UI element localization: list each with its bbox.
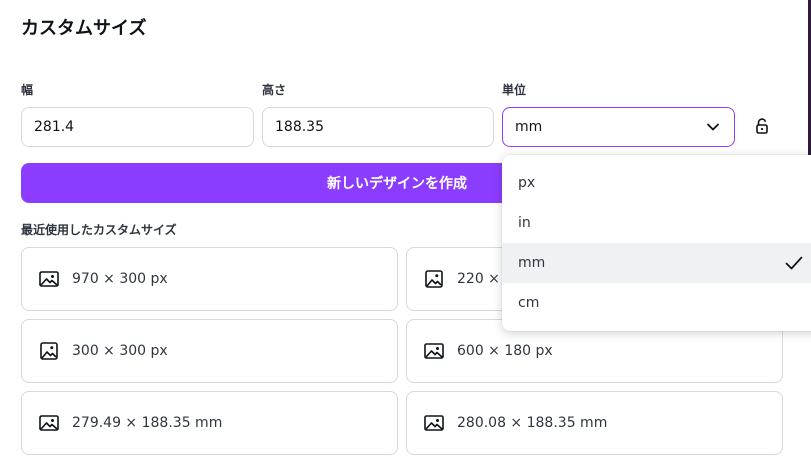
image-landscape-icon (38, 412, 60, 434)
image-square-icon (38, 340, 60, 362)
create-new-design-label: 新しいデザインを作成 (327, 176, 467, 192)
lock-aspect-ratio-button[interactable] (753, 116, 771, 136)
unit-option-px[interactable]: px (502, 163, 811, 203)
image-landscape-icon (423, 340, 445, 362)
unit-option-label: px (518, 175, 536, 191)
image-landscape-icon (38, 268, 60, 290)
recent-size-item[interactable]: 279.49 × 188.35 mm (21, 391, 398, 455)
unit-option-in[interactable]: in (502, 203, 811, 243)
recent-size-item[interactable]: 970 × 300 px (21, 247, 398, 311)
image-square-icon (423, 268, 445, 290)
unit-select[interactable]: mm (502, 107, 735, 147)
unit-option-mm[interactable]: mm (502, 243, 811, 283)
unit-value: mm (515, 119, 543, 135)
checkmark-icon (784, 253, 804, 273)
recent-size-item[interactable]: 280.08 × 188.35 mm (406, 391, 783, 455)
unit-option-label: cm (518, 295, 540, 311)
recent-size-label: 280.08 × 188.35 mm (457, 415, 608, 431)
chevron-down-icon (706, 120, 720, 134)
recent-size-label: 600 × 180 px (457, 343, 553, 359)
recent-size-label: 279.49 × 188.35 mm (72, 415, 223, 431)
unit-dropdown-menu: px in mm cm (502, 155, 811, 331)
recent-size-item[interactable]: 300 × 300 px (21, 319, 398, 383)
width-label: 幅 (21, 83, 34, 97)
dialog-title: カスタムサイズ (21, 18, 147, 39)
width-input[interactable]: 281.4 (21, 107, 254, 147)
recent-size-label: 300 × 300 px (72, 343, 168, 359)
recent-size-label: 970 × 300 px (72, 271, 168, 287)
height-input[interactable]: 188.35 (262, 107, 494, 147)
height-label: 高さ (262, 83, 287, 97)
height-value: 188.35 (275, 119, 324, 135)
unit-option-cm[interactable]: cm (502, 283, 811, 323)
recent-sizes-title: 最近使用したカスタムサイズ (21, 223, 177, 237)
unit-label: 単位 (502, 83, 527, 97)
unit-option-label: mm (518, 255, 546, 271)
unit-option-label: in (518, 215, 531, 231)
image-landscape-icon (423, 412, 445, 434)
unlock-icon (755, 118, 769, 134)
width-value: 281.4 (34, 119, 75, 135)
